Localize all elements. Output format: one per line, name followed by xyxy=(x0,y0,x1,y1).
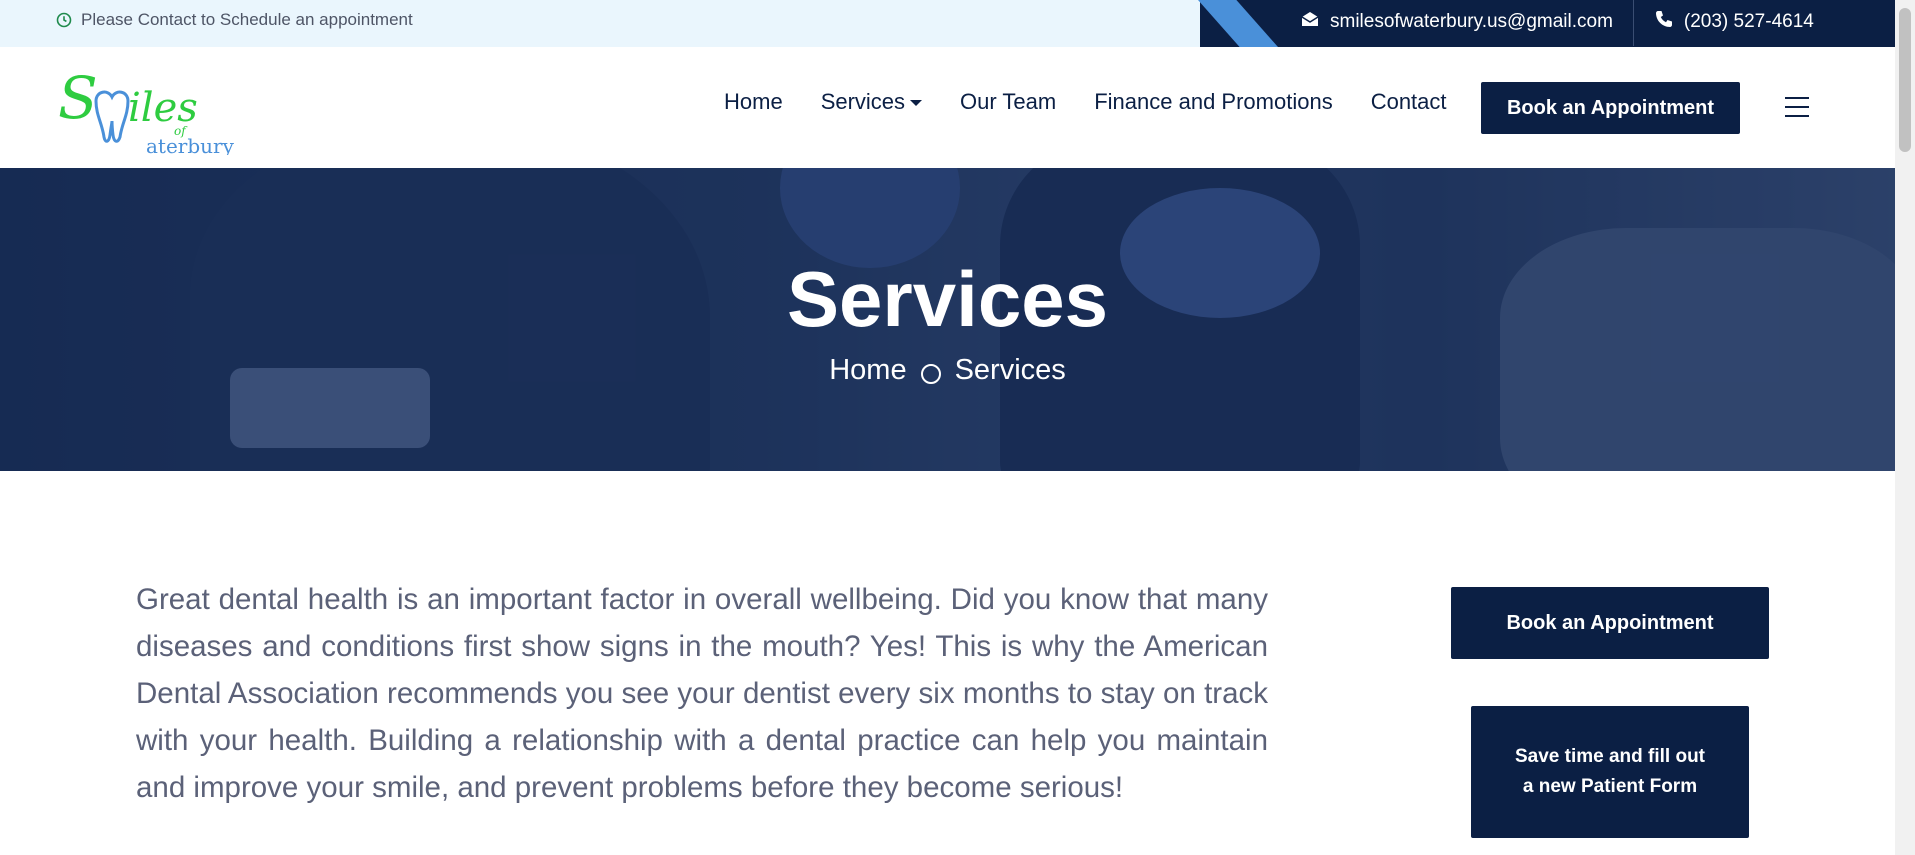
page-scrollbar[interactable] xyxy=(1895,0,1915,855)
page-title: Services xyxy=(787,255,1108,343)
nav-services-label: Services xyxy=(820,89,906,114)
phone-link[interactable]: (203) 527-4614 xyxy=(1634,0,1834,44)
nav-home[interactable]: Home xyxy=(724,89,783,115)
email-link[interactable]: smilesofwaterbury.us@gmail.com xyxy=(1280,0,1633,44)
phone-icon xyxy=(1654,9,1674,35)
appointment-notice: Please Contact to Schedule an appointmen… xyxy=(56,0,413,40)
envelope-icon xyxy=(1300,10,1320,34)
nav-contact[interactable]: Contact xyxy=(1371,89,1447,115)
patient-form-button[interactable]: Save time and fill out a new Patient For… xyxy=(1471,706,1749,838)
svg-text:iles: iles xyxy=(128,85,198,131)
intro-paragraph: Great dental health is an important fact… xyxy=(136,583,1268,804)
site-logo[interactable]: S iles of aterbury xyxy=(56,63,246,158)
nav-services[interactable]: Services xyxy=(820,89,923,115)
svg-text:S: S xyxy=(58,64,98,132)
nav-finance-label: Finance and Promotions xyxy=(1094,89,1333,114)
scrollbar-thumb[interactable] xyxy=(1899,8,1911,152)
breadcrumb: Home Services xyxy=(0,354,1895,387)
circle-separator-icon xyxy=(920,363,941,384)
appointment-notice-text: Please Contact to Schedule an appointmen… xyxy=(81,10,413,29)
page-hero: Services Home Services xyxy=(0,168,1895,471)
clock-icon xyxy=(56,12,72,28)
main-nav: Home Services Our Team Finance and Promo… xyxy=(724,89,1485,115)
nav-finance-promotions[interactable]: Finance and Promotions xyxy=(1094,89,1332,115)
menu-icon[interactable] xyxy=(1785,97,1809,117)
top-info-bar: Please Contact to Schedule an appointmen… xyxy=(0,0,1895,47)
site-header: S iles of aterbury Home Services Our Tea… xyxy=(0,47,1895,168)
caret-down-icon xyxy=(910,100,923,106)
svg-text:aterbury: aterbury xyxy=(146,134,235,155)
breadcrumb-home[interactable]: Home xyxy=(829,354,906,387)
nav-home-label: Home xyxy=(724,89,783,114)
nav-our-team[interactable]: Our Team xyxy=(960,89,1056,115)
phone-text: (203) 527-4614 xyxy=(1683,11,1814,32)
sidebar-book-appointment-button[interactable]: Book an Appointment xyxy=(1451,587,1769,659)
email-text: smilesofwaterbury.us@gmail.com xyxy=(1330,11,1613,32)
book-appointment-button[interactable]: Book an Appointment xyxy=(1481,82,1740,134)
nav-our-team-label: Our Team xyxy=(960,89,1057,114)
breadcrumb-current: Services xyxy=(954,354,1066,386)
nav-contact-label: Contact xyxy=(1370,89,1447,114)
